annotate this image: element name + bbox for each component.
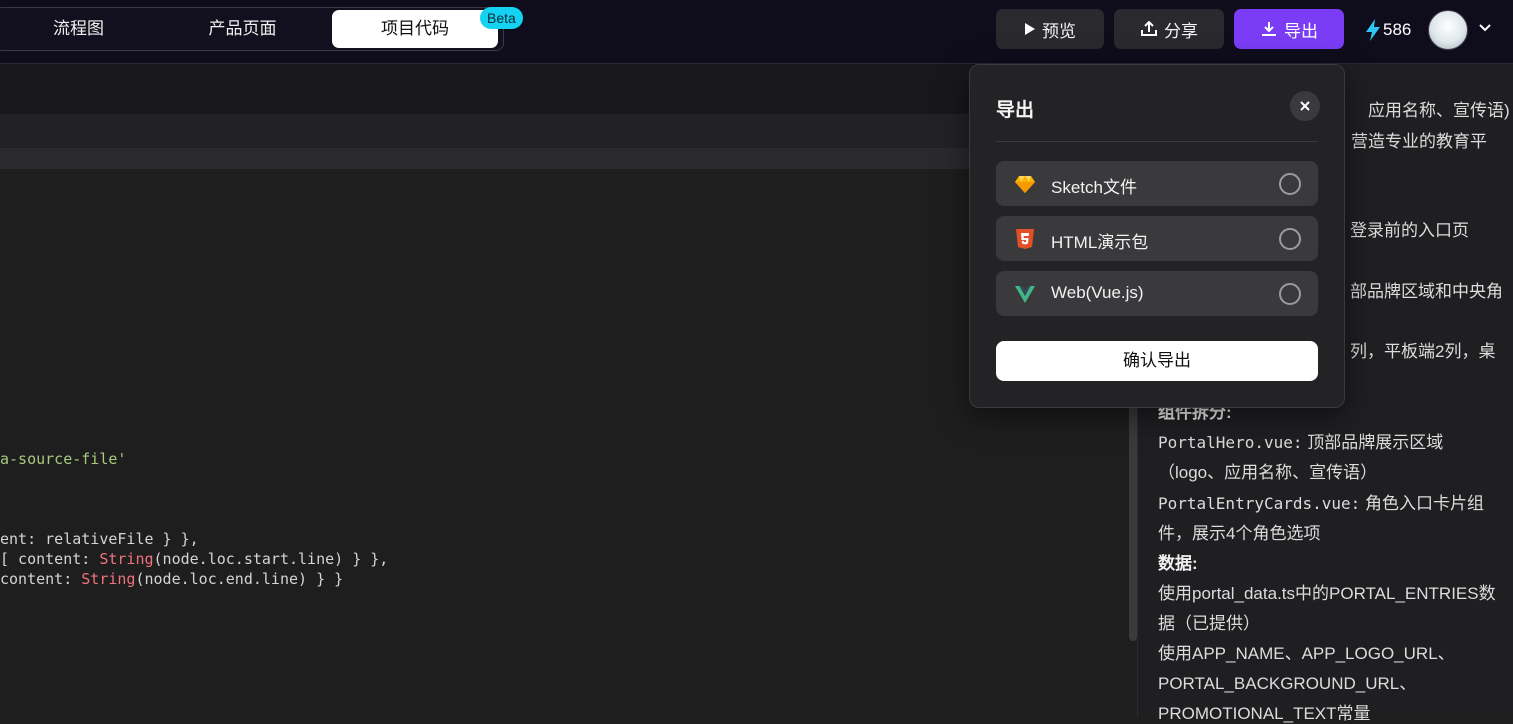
- export-option-sketch[interactable]: Sketch文件: [996, 161, 1318, 206]
- preview-label: 预览: [1042, 21, 1076, 41]
- doc-text: 应用名称、宣传语): [1368, 101, 1510, 120]
- export-option-html[interactable]: HTML演示包: [996, 216, 1318, 261]
- doc-text: PROMOTIONAL_TEXT常量: [1158, 704, 1371, 723]
- tab-project-code[interactable]: 项目代码: [332, 10, 498, 48]
- doc-text: 使用portal_data.ts中的PORTAL_ENTRIES数: [1158, 584, 1496, 603]
- export-dialog: 导出 Sketch文件 HTML演示包 Web(Vue.js) 确认导出: [969, 64, 1345, 408]
- preview-button[interactable]: 预览: [996, 9, 1104, 49]
- editor-current-line: [0, 149, 1130, 169]
- doc-text: PortalEntryCards.vue: 角色入口卡片组: [1158, 494, 1485, 513]
- tab-product-pages[interactable]: 产品页面: [165, 10, 320, 48]
- option-label: HTML演示包: [1051, 233, 1149, 252]
- doc-text: 使用APP_NAME、APP_LOGO_URL、: [1158, 644, 1455, 663]
- option-radio[interactable]: [1279, 228, 1301, 250]
- doc-text: PORTAL_BACKGROUND_URL、: [1158, 674, 1417, 693]
- sketch-icon: [1015, 176, 1035, 193]
- doc-text: （logo、应用名称、宣传语）: [1158, 463, 1378, 482]
- view-tabs: 流程图 产品页面 项目代码: [0, 7, 504, 51]
- editor-tab-bar: [0, 114, 1137, 149]
- credits-value: 586: [1383, 20, 1412, 39]
- html5-icon: [1016, 229, 1034, 249]
- code-line: a-source-file': [0, 450, 127, 468]
- top-bar: 流程图 产品页面 项目代码 Beta 预览 分享 导出 586: [0, 0, 1513, 64]
- avatar[interactable]: [1428, 10, 1468, 50]
- doc-text: 登录前的入口页: [1350, 221, 1469, 240]
- confirm-export-button[interactable]: 确认导出: [996, 341, 1318, 381]
- code-line: [ content: String(node.loc.start.line) }…: [0, 550, 389, 568]
- credits-counter[interactable]: 586: [1365, 17, 1411, 43]
- divider: [996, 141, 1318, 142]
- play-icon: [1025, 23, 1035, 35]
- lightning-icon: [1366, 19, 1380, 41]
- share-label: 分享: [1164, 21, 1198, 41]
- doc-heading: 数据:: [1158, 554, 1198, 573]
- code-editor[interactable]: a-source-file' ent: relativeFile } }, [ …: [0, 169, 1130, 718]
- option-radio[interactable]: [1279, 173, 1301, 195]
- option-label: Sketch文件: [1051, 178, 1137, 197]
- doc-text: 件，展示4个角色选项: [1158, 524, 1321, 543]
- close-button[interactable]: [1290, 91, 1320, 121]
- beta-badge: Beta: [480, 7, 523, 29]
- editor-header: [0, 64, 1137, 114]
- option-radio[interactable]: [1279, 283, 1301, 305]
- chevron-down-icon[interactable]: [1477, 20, 1493, 36]
- code-line: content: String(node.loc.end.line) } }: [0, 570, 344, 588]
- option-label: Web(Vue.js): [1051, 283, 1144, 302]
- vue-icon: [1015, 286, 1035, 303]
- share-icon: [1141, 21, 1157, 36]
- export-label: 导出: [1284, 21, 1318, 41]
- close-icon: [1300, 101, 1310, 111]
- doc-text: PortalHero.vue: 顶部品牌展示区域: [1158, 433, 1444, 452]
- export-button[interactable]: 导出: [1234, 9, 1344, 49]
- tab-flowchart[interactable]: 流程图: [1, 10, 156, 48]
- doc-text: 营造专业的教育平: [1351, 132, 1487, 151]
- code-line: ent: relativeFile } },: [0, 530, 199, 548]
- doc-text: 列，平板端2列，桌: [1350, 342, 1496, 361]
- doc-text: 部品牌区域和中央角: [1350, 282, 1503, 301]
- share-button[interactable]: 分享: [1114, 9, 1224, 49]
- dialog-title: 导出: [996, 100, 1035, 121]
- export-option-vue[interactable]: Web(Vue.js): [996, 271, 1318, 316]
- download-icon: [1262, 22, 1276, 36]
- doc-text: 据（已提供）: [1158, 614, 1260, 633]
